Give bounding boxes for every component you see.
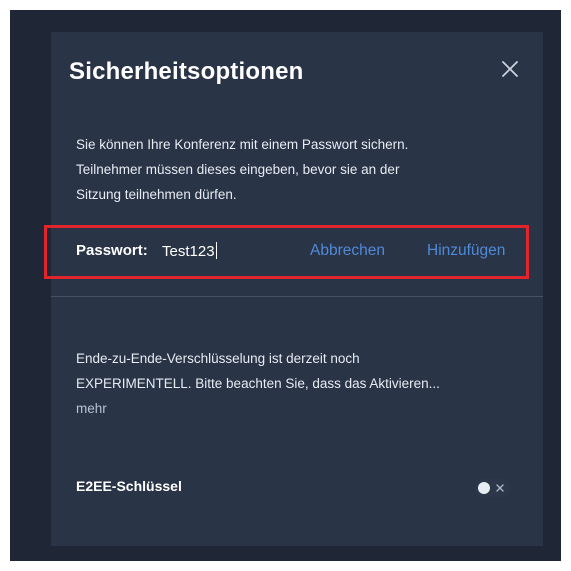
- x-icon: [496, 484, 504, 492]
- e2ee-description-line: Ende-zu-Ende-Verschlüsselung ist derzeit…: [76, 351, 360, 366]
- e2ee-description: Ende-zu-Ende-Verschlüsselung ist derzeit…: [76, 346, 526, 421]
- close-button[interactable]: [498, 57, 522, 81]
- e2ee-description-line: EXPERIMENTELL. Bitte beachten Sie, dass …: [76, 376, 440, 391]
- password-description: Sie können Ihre Konferenz mit einem Pass…: [76, 132, 516, 207]
- section-divider: [51, 296, 543, 297]
- close-icon: [502, 61, 518, 77]
- e2ee-key-toggle[interactable]: [475, 479, 511, 497]
- dialog-title: Sicherheitsoptionen: [69, 58, 304, 85]
- description-line: Teilnehmer müssen dieses eingeben, bevor…: [76, 162, 400, 177]
- security-options-dialog: Sicherheitsoptionen Sie können Ihre Konf…: [51, 32, 543, 546]
- description-line: Sie können Ihre Konferenz mit einem Pass…: [76, 137, 409, 152]
- highlight-box: [44, 225, 529, 279]
- more-link[interactable]: mehr: [76, 396, 526, 421]
- toggle-knob: [478, 482, 490, 494]
- e2ee-key-label: E2EE-Schlüssel: [76, 478, 182, 494]
- description-line: Sitzung teilnehmen dürfen.: [76, 187, 237, 202]
